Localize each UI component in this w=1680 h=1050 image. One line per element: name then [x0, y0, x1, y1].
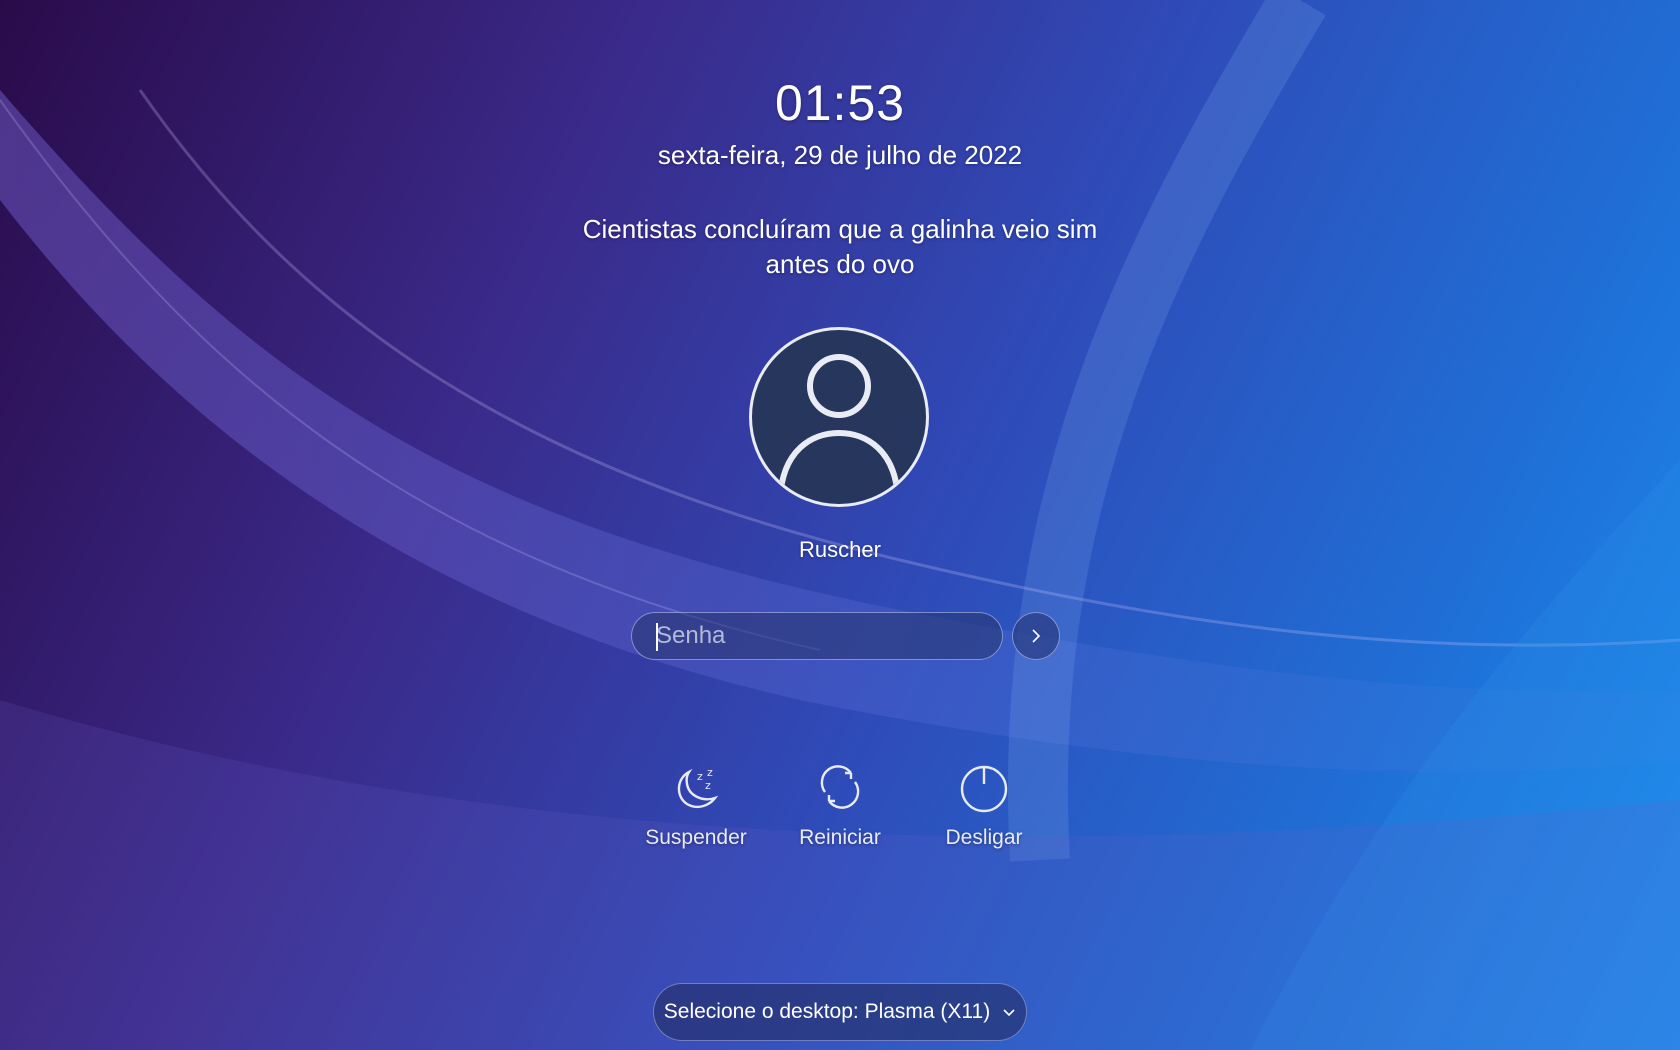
shutdown-label: Desligar — [945, 826, 1023, 849]
session-selector[interactable]: Selecione o desktop: Plasma (X11) — [653, 983, 1027, 1041]
session-label: Selecione o desktop: Plasma (X11) — [663, 1000, 991, 1023]
chevron-down-icon — [1003, 1009, 1015, 1017]
moon-sleep-icon: z z z — [677, 766, 719, 809]
suspend-button[interactable]: z z z Suspender — [626, 760, 766, 850]
power-icon — [960, 765, 1008, 813]
svg-text:z: z — [705, 779, 711, 792]
restart-label: Reiniciar — [799, 826, 881, 849]
login-button[interactable] — [1012, 612, 1060, 660]
svg-text:z: z — [697, 770, 703, 783]
clock-time: 01:53 — [774, 75, 906, 131]
suspend-label: Suspender — [645, 826, 747, 849]
svg-text:z: z — [707, 766, 713, 779]
user-avatar-icon — [749, 327, 929, 507]
clock-date: sexta-feira, 29 de julho de 2022 — [657, 140, 1023, 170]
password-field[interactable] — [631, 612, 1003, 660]
chevron-right-icon — [1032, 629, 1041, 643]
restart-icon — [820, 765, 860, 809]
shutdown-button[interactable]: Desligar — [914, 760, 1054, 850]
username: Ruscher — [799, 537, 881, 562]
lock-message: Cientistas concluíram que a galinha veio… — [582, 214, 1098, 279]
restart-button[interactable]: Reiniciar — [770, 760, 910, 850]
text-caret — [656, 623, 658, 651]
